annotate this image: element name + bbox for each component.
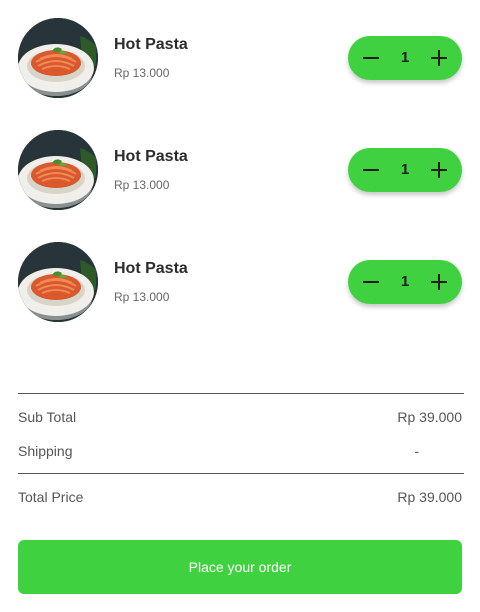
summary-divider-bottom	[18, 473, 464, 474]
subtotal-row: Sub Total Rp 39.000	[18, 409, 464, 429]
total-row: Total Price Rp 39.000	[18, 489, 464, 509]
increment-button[interactable]	[420, 36, 458, 80]
shipping-value: -	[414, 443, 419, 459]
plus-icon	[431, 50, 447, 66]
subtotal-label: Sub Total	[18, 409, 77, 425]
quantity-stepper: 1	[348, 260, 462, 304]
shipping-row: Shipping -	[18, 443, 464, 463]
minus-icon	[363, 281, 379, 283]
decrement-button[interactable]	[352, 260, 390, 304]
decrement-button[interactable]	[352, 148, 390, 192]
total-value: Rp 39.000	[397, 489, 462, 505]
plus-icon	[431, 162, 447, 178]
cart-item: Hot Pasta Rp 13.000 1	[18, 242, 462, 322]
increment-button[interactable]	[420, 148, 458, 192]
quantity-stepper: 1	[348, 148, 462, 192]
pasta-image	[18, 242, 98, 322]
item-price: Rp 13.000	[114, 66, 170, 80]
increment-button[interactable]	[420, 260, 458, 304]
quantity-value: 1	[400, 49, 410, 66]
summary-divider-top	[18, 393, 464, 394]
subtotal-value: Rp 39.000	[397, 409, 462, 425]
item-price: Rp 13.000	[114, 178, 170, 192]
pasta-image	[18, 130, 98, 210]
item-name: Hot Pasta	[114, 260, 188, 277]
cart-item: Hot Pasta Rp 13.000 1	[18, 18, 462, 98]
quantity-value: 1	[400, 161, 410, 178]
item-price: Rp 13.000	[114, 290, 170, 304]
cart-item: Hot Pasta Rp 13.000 1	[18, 130, 462, 210]
shipping-label: Shipping	[18, 443, 73, 459]
pasta-image	[18, 18, 98, 98]
plus-icon	[431, 274, 447, 290]
item-name: Hot Pasta	[114, 36, 188, 53]
quantity-value: 1	[400, 273, 410, 290]
place-order-button[interactable]: Place your order	[18, 540, 462, 594]
total-label: Total Price	[18, 489, 84, 505]
decrement-button[interactable]	[352, 36, 390, 80]
minus-icon	[363, 169, 379, 171]
quantity-stepper: 1	[348, 36, 462, 80]
minus-icon	[363, 57, 379, 59]
item-name: Hot Pasta	[114, 148, 188, 165]
